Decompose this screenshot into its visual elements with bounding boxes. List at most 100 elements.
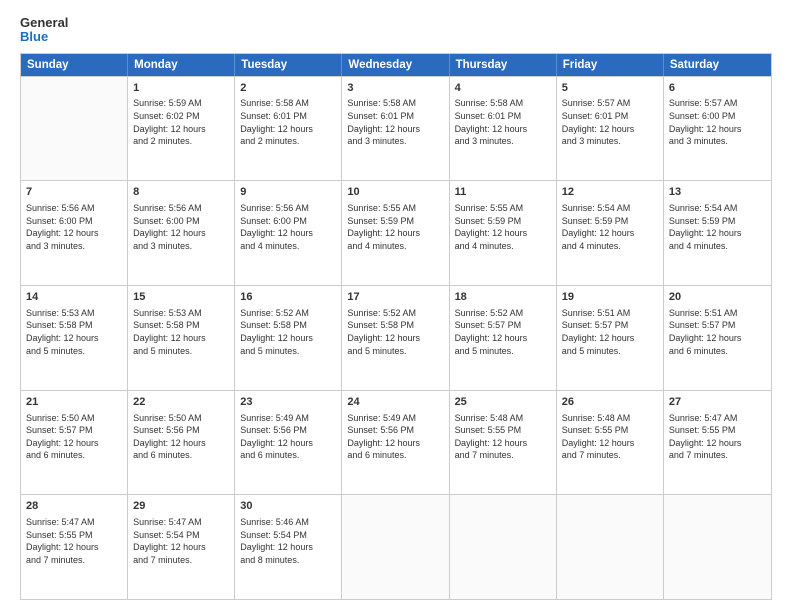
day-number: 2 <box>240 81 336 96</box>
empty-cell <box>664 495 771 599</box>
day-info: Sunrise: 5:57 AM Sunset: 6:00 PM Dayligh… <box>669 97 766 147</box>
day-info: Sunrise: 5:58 AM Sunset: 6:01 PM Dayligh… <box>347 97 443 147</box>
logo-general: General <box>20 16 68 30</box>
day-cell-13: 13 Sunrise: 5:54 AM Sunset: 5:59 PM Dayli… <box>664 181 771 285</box>
day-info: Sunrise: 5:56 AM Sunset: 6:00 PM Dayligh… <box>133 202 229 252</box>
weekday-header-saturday: Saturday <box>664 54 771 76</box>
empty-cell <box>557 495 664 599</box>
day-cell-21: 21 Sunrise: 5:50 AM Sunset: 5:57 PM Dayli… <box>21 391 128 495</box>
day-cell-1: 1Sunrise: 5:59 AM Sunset: 6:02 PM Daylig… <box>128 77 235 181</box>
day-info: Sunrise: 5:55 AM Sunset: 5:59 PM Dayligh… <box>347 202 443 252</box>
day-info: Sunrise: 5:57 AM Sunset: 6:01 PM Dayligh… <box>562 97 658 147</box>
logo-blue: Blue <box>20 30 68 44</box>
day-cell-10: 10 Sunrise: 5:55 AM Sunset: 5:59 PM Dayli… <box>342 181 449 285</box>
day-number: 28 <box>26 499 122 514</box>
day-number: 16 <box>240 290 336 305</box>
day-info: Sunrise: 5:49 AM Sunset: 5:56 PM Dayligh… <box>240 412 336 462</box>
day-info: Sunrise: 5:48 AM Sunset: 5:55 PM Dayligh… <box>562 412 658 462</box>
day-number: 8 <box>133 185 229 200</box>
day-cell-7: 7 Sunrise: 5:56 AM Sunset: 6:00 PM Daylig… <box>21 181 128 285</box>
day-cell-25: 25Sunrise: 5:48 AM Sunset: 5:55 PM Dayli… <box>450 391 557 495</box>
day-number: 23 <box>240 395 336 410</box>
day-number: 26 <box>562 395 658 410</box>
day-info: Sunrise: 5:52 AM Sunset: 5:58 PM Dayligh… <box>240 307 336 357</box>
day-info: Sunrise: 5:47 AM Sunset: 5:55 PM Dayligh… <box>26 516 122 566</box>
day-cell-15: 15 Sunrise: 5:53 AM Sunset: 5:58 PM Dayli… <box>128 286 235 390</box>
day-cell-16: 16 Sunrise: 5:52 AM Sunset: 5:58 PM Dayli… <box>235 286 342 390</box>
day-info: Sunrise: 5:55 AM Sunset: 5:59 PM Dayligh… <box>455 202 551 252</box>
day-info: Sunrise: 5:52 AM Sunset: 5:58 PM Dayligh… <box>347 307 443 357</box>
weekday-header-monday: Monday <box>128 54 235 76</box>
day-cell-29: 29 Sunrise: 5:47 AM Sunset: 5:54 PM Dayli… <box>128 495 235 599</box>
day-cell-23: 23 Sunrise: 5:49 AM Sunset: 5:56 PM Dayli… <box>235 391 342 495</box>
day-number: 10 <box>347 185 443 200</box>
day-number: 15 <box>133 290 229 305</box>
day-number: 3 <box>347 81 443 96</box>
day-number: 29 <box>133 499 229 514</box>
day-cell-17: 17 Sunrise: 5:52 AM Sunset: 5:58 PM Dayli… <box>342 286 449 390</box>
day-info: Sunrise: 5:54 AM Sunset: 5:59 PM Dayligh… <box>562 202 658 252</box>
day-cell-30: 30 Sunrise: 5:46 AM Sunset: 5:54 PM Dayli… <box>235 495 342 599</box>
day-info: Sunrise: 5:48 AM Sunset: 5:55 PM Dayligh… <box>455 412 551 462</box>
day-number: 4 <box>455 81 551 96</box>
day-info: Sunrise: 5:53 AM Sunset: 5:58 PM Dayligh… <box>133 307 229 357</box>
calendar-header: SundayMondayTuesdayWednesdayThursdayFrid… <box>21 54 771 76</box>
day-cell-27: 27Sunrise: 5:47 AM Sunset: 5:55 PM Dayli… <box>664 391 771 495</box>
day-info: Sunrise: 5:50 AM Sunset: 5:56 PM Dayligh… <box>133 412 229 462</box>
day-number: 7 <box>26 185 122 200</box>
day-cell-18: 18Sunrise: 5:52 AM Sunset: 5:57 PM Dayli… <box>450 286 557 390</box>
day-number: 21 <box>26 395 122 410</box>
day-cell-9: 9 Sunrise: 5:56 AM Sunset: 6:00 PM Daylig… <box>235 181 342 285</box>
day-cell-19: 19 Sunrise: 5:51 AM Sunset: 5:57 PM Dayli… <box>557 286 664 390</box>
weekday-header-thursday: Thursday <box>450 54 557 76</box>
day-number: 19 <box>562 290 658 305</box>
calendar-week-3: 14 Sunrise: 5:53 AM Sunset: 5:58 PM Dayli… <box>21 285 771 390</box>
day-cell-4: 4Sunrise: 5:58 AM Sunset: 6:01 PM Daylig… <box>450 77 557 181</box>
weekday-header-wednesday: Wednesday <box>342 54 449 76</box>
calendar-body: 1Sunrise: 5:59 AM Sunset: 6:02 PM Daylig… <box>21 76 771 599</box>
day-number: 30 <box>240 499 336 514</box>
day-info: Sunrise: 5:47 AM Sunset: 5:55 PM Dayligh… <box>669 412 766 462</box>
day-cell-3: 3Sunrise: 5:58 AM Sunset: 6:01 PM Daylig… <box>342 77 449 181</box>
day-info: Sunrise: 5:56 AM Sunset: 6:00 PM Dayligh… <box>240 202 336 252</box>
day-number: 9 <box>240 185 336 200</box>
day-cell-20: 20 Sunrise: 5:51 AM Sunset: 5:57 PM Dayli… <box>664 286 771 390</box>
day-info: Sunrise: 5:54 AM Sunset: 5:59 PM Dayligh… <box>669 202 766 252</box>
day-number: 24 <box>347 395 443 410</box>
day-cell-12: 12Sunrise: 5:54 AM Sunset: 5:59 PM Dayli… <box>557 181 664 285</box>
day-number: 13 <box>669 185 766 200</box>
day-info: Sunrise: 5:56 AM Sunset: 6:00 PM Dayligh… <box>26 202 122 252</box>
day-cell-8: 8 Sunrise: 5:56 AM Sunset: 6:00 PM Daylig… <box>128 181 235 285</box>
logo: General Blue General Blue <box>20 16 68 45</box>
day-number: 14 <box>26 290 122 305</box>
calendar-week-1: 1Sunrise: 5:59 AM Sunset: 6:02 PM Daylig… <box>21 76 771 181</box>
header: General Blue General Blue <box>20 16 772 45</box>
day-number: 17 <box>347 290 443 305</box>
day-info: Sunrise: 5:52 AM Sunset: 5:57 PM Dayligh… <box>455 307 551 357</box>
calendar-week-5: 28 Sunrise: 5:47 AM Sunset: 5:55 PM Dayli… <box>21 494 771 599</box>
day-info: Sunrise: 5:51 AM Sunset: 5:57 PM Dayligh… <box>669 307 766 357</box>
day-cell-22: 22 Sunrise: 5:50 AM Sunset: 5:56 PM Dayli… <box>128 391 235 495</box>
day-info: Sunrise: 5:47 AM Sunset: 5:54 PM Dayligh… <box>133 516 229 566</box>
day-info: Sunrise: 5:58 AM Sunset: 6:01 PM Dayligh… <box>455 97 551 147</box>
weekday-header-tuesday: Tuesday <box>235 54 342 76</box>
day-cell-14: 14Sunrise: 5:53 AM Sunset: 5:58 PM Dayli… <box>21 286 128 390</box>
day-cell-2: 2Sunrise: 5:58 AM Sunset: 6:01 PM Daylig… <box>235 77 342 181</box>
day-info: Sunrise: 5:51 AM Sunset: 5:57 PM Dayligh… <box>562 307 658 357</box>
empty-cell <box>21 77 128 181</box>
day-number: 6 <box>669 81 766 96</box>
day-info: Sunrise: 5:58 AM Sunset: 6:01 PM Dayligh… <box>240 97 336 147</box>
day-info: Sunrise: 5:46 AM Sunset: 5:54 PM Dayligh… <box>240 516 336 566</box>
empty-cell <box>450 495 557 599</box>
weekday-header-friday: Friday <box>557 54 664 76</box>
day-number: 22 <box>133 395 229 410</box>
day-info: Sunrise: 5:50 AM Sunset: 5:57 PM Dayligh… <box>26 412 122 462</box>
calendar-week-2: 7 Sunrise: 5:56 AM Sunset: 6:00 PM Daylig… <box>21 180 771 285</box>
calendar-week-4: 21 Sunrise: 5:50 AM Sunset: 5:57 PM Dayli… <box>21 390 771 495</box>
day-number: 20 <box>669 290 766 305</box>
day-info: Sunrise: 5:49 AM Sunset: 5:56 PM Dayligh… <box>347 412 443 462</box>
empty-cell <box>342 495 449 599</box>
day-cell-24: 24 Sunrise: 5:49 AM Sunset: 5:56 PM Dayli… <box>342 391 449 495</box>
day-cell-28: 28 Sunrise: 5:47 AM Sunset: 5:55 PM Dayli… <box>21 495 128 599</box>
day-number: 11 <box>455 185 551 200</box>
